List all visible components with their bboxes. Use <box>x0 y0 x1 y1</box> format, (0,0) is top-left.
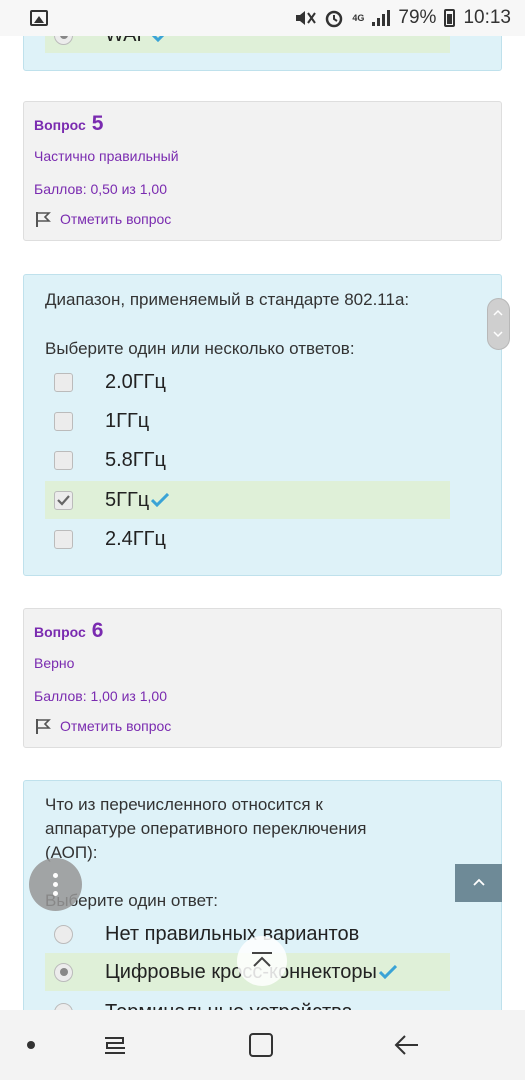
gallery-notification-icon <box>30 10 48 26</box>
flag-icon <box>36 212 51 227</box>
correct-check-icon <box>378 965 397 979</box>
back-button[interactable] <box>390 1028 424 1062</box>
option-label: 5ГГц <box>105 488 150 511</box>
question-text-line: Что из перечисленного относится к <box>45 795 323 814</box>
option-label: Терминальные устройства <box>105 1001 353 1011</box>
flag-question-link[interactable]: Отметить вопрос <box>34 717 171 735</box>
answer-option: Терминальные устройства <box>45 993 450 1010</box>
scroll-top-icon <box>252 952 272 967</box>
scroll-arrows-icon <box>493 309 503 338</box>
option-label: 1ГГц <box>105 409 150 432</box>
back-to-top-button[interactable] <box>455 864 502 902</box>
recent-apps-icon <box>105 1037 125 1054</box>
option-label: Нет правильных вариантов <box>105 922 360 945</box>
question-points: Баллов: 1,00 из 1,00 <box>34 688 167 704</box>
mute-icon <box>296 11 317 25</box>
question-text-line: аппаратуре оперативного переключения <box>45 819 367 838</box>
option-label: 2.4ГГц <box>105 527 166 550</box>
checkmark-icon <box>57 494 70 506</box>
flag-question-link[interactable]: Отметить вопрос <box>34 210 171 228</box>
question-state: Верно <box>34 655 75 671</box>
option-radio[interactable] <box>54 36 73 45</box>
battery-icon <box>444 9 456 27</box>
question-points: Баллов: 0,50 из 1,00 <box>34 181 167 197</box>
chevron-up-icon <box>472 878 485 886</box>
question-number: Вопрос 6 <box>34 619 104 642</box>
answer-option-selected: 5ГГц <box>45 481 450 519</box>
option-label: WAP <box>105 36 150 47</box>
option-label: 2.0ГГц <box>105 370 166 393</box>
option-checkbox-checked[interactable] <box>54 490 73 510</box>
alarm-icon <box>326 10 343 28</box>
question-text: Диапазон, применяемый в стандарте 802.11… <box>45 290 410 309</box>
question-number: Вопрос 5 <box>34 112 104 135</box>
option-checkbox[interactable] <box>54 450 73 470</box>
more-options-button[interactable] <box>29 858 82 911</box>
home-button[interactable] <box>244 1028 278 1062</box>
option-checkbox[interactable] <box>54 411 73 431</box>
status-bar: 4G 79% 10:13 <box>0 0 525 36</box>
recent-apps-button[interactable] <box>98 1028 132 1062</box>
option-checkbox[interactable] <box>54 529 73 549</box>
option-radio-selected[interactable] <box>54 962 73 982</box>
answer-option: 2.4ГГц <box>45 520 450 558</box>
network-type: 4G <box>352 12 365 23</box>
prev-question-card: WAP <box>23 36 502 71</box>
question-6-info: Вопрос 6 Верно Баллов: 1,00 из 1,00 Отме… <box>23 608 502 748</box>
question-5-info: Вопрос 5 Частично правильный Баллов: 0,5… <box>23 101 502 241</box>
answer-option: 2.0ГГц <box>45 363 450 401</box>
option-checkbox[interactable] <box>54 372 73 392</box>
flag-icon <box>36 719 51 734</box>
phone-screen: 4G 79% 10:13 WAP Вопрос 5 Частично прави… <box>0 0 525 1080</box>
clock: 10:13 <box>463 7 511 28</box>
answer-prompt: Выберите один или несколько ответов: <box>45 339 355 358</box>
correct-check-icon <box>151 493 170 507</box>
option-radio[interactable] <box>54 1002 73 1010</box>
correct-check-icon <box>151 36 164 42</box>
answer-option: 5.8ГГц <box>45 441 450 479</box>
question-state: Частично правильный <box>34 148 179 164</box>
option-radio[interactable] <box>54 924 73 944</box>
battery-percent: 79% <box>398 7 437 28</box>
quiz-review-content: WAP Вопрос 5 Частично правильный Баллов:… <box>0 36 525 1010</box>
option-label: 5.8ГГц <box>105 448 166 471</box>
question-5-content: Диапазон, применяемый в стандарте 802.11… <box>23 274 502 576</box>
home-icon <box>249 1033 273 1057</box>
scroll-up-button[interactable] <box>237 936 287 986</box>
nav-dot-icon <box>14 1028 48 1062</box>
back-arrow-icon <box>394 1035 418 1055</box>
android-nav-bar <box>0 1010 525 1080</box>
answer-option: 1ГГц <box>45 402 450 440</box>
signal-icon <box>372 10 391 26</box>
prev-selected-option: WAP <box>45 36 450 53</box>
scroll-handle[interactable] <box>487 298 510 350</box>
